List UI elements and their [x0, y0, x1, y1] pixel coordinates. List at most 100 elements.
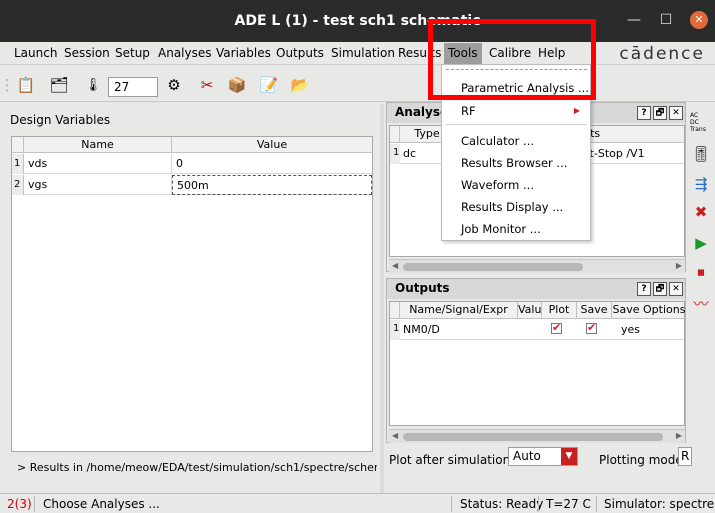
close-icon[interactable]: ✕: [669, 282, 683, 296]
table-header: Name Value: [12, 137, 372, 153]
help-icon[interactable]: ?: [637, 282, 651, 296]
row-number: 1: [390, 320, 400, 340]
scroll-right-icon[interactable]: ▶: [676, 261, 682, 270]
status-text: Status: Ready: [460, 497, 544, 511]
outputs-panel: Outputs ? 🗗 ✕ Name/Signal/Expr Valu Plot…: [386, 278, 686, 443]
analyses-hscrollbar[interactable]: ◀ ▶: [389, 259, 685, 273]
cadence-logo: cādence: [619, 44, 705, 64]
edit-icon[interactable]: 📝: [258, 75, 280, 95]
scroll-thumb[interactable]: [403, 263, 583, 271]
divider: [451, 496, 452, 512]
tuning-icon[interactable]: 🎚: [690, 145, 712, 163]
header-rownum: [12, 137, 24, 153]
table-header: Name/Signal/Expr Valu Plot Save Save Opt…: [390, 302, 686, 319]
menu-analyses[interactable]: Analyses: [158, 46, 212, 60]
window-title: ADE L (1) - test sch1 schematic: [234, 13, 481, 29]
plotting-mode-select[interactable]: R: [678, 447, 692, 466]
divider: [446, 124, 587, 125]
outputs-hscrollbar[interactable]: ◀ ▶: [389, 429, 685, 443]
plotting-mode-label: Plotting mode:: [599, 453, 687, 467]
plot-checkbox[interactable]: [548, 320, 572, 340]
header-save-options: Save Options: [612, 303, 686, 316]
table-row[interactable]: 2 vgs 500m: [12, 175, 372, 195]
menu-setup[interactable]: Setup: [115, 46, 150, 60]
variable-name[interactable]: vds: [24, 154, 172, 174]
outputs-title: Outputs: [395, 281, 450, 295]
close-icon[interactable]: ✕: [690, 11, 708, 29]
menu-item-rf[interactable]: RF: [461, 104, 476, 118]
save-options-value[interactable]: yes: [618, 320, 678, 340]
plot-after-value: Auto: [513, 449, 541, 463]
menu-item-job-monitor[interactable]: Job Monitor ...: [461, 222, 541, 236]
run-icon[interactable]: ▶: [690, 234, 712, 252]
open-folder-icon[interactable]: 📂: [289, 75, 311, 95]
chevron-down-icon[interactable]: ▼: [561, 448, 577, 465]
dc-label: DC: [690, 119, 699, 126]
setup-icon[interactable]: 📋: [15, 75, 37, 95]
temperature-input[interactable]: 27: [108, 77, 158, 97]
netlist-tree-icon[interactable]: ⇶: [690, 175, 712, 193]
save-checkbox[interactable]: [583, 320, 607, 340]
row-number: 1: [12, 154, 24, 174]
ac-label: AC: [690, 112, 699, 119]
simulator-status: Simulator: spectre: [604, 497, 715, 511]
header-rownum: [390, 126, 400, 143]
help-icon[interactable]: ?: [637, 106, 651, 120]
plot-outputs-icon[interactable]: 〰: [690, 293, 712, 314]
settings-icon[interactable]: ⚙: [163, 75, 185, 95]
menu-simulation[interactable]: Simulation: [331, 46, 395, 60]
menu-item-results-display[interactable]: Results Display ...: [461, 200, 563, 214]
scroll-thumb[interactable]: [403, 433, 663, 441]
maximize-icon[interactable]: ☐: [656, 10, 676, 30]
divider: [34, 496, 35, 512]
delete-icon[interactable]: ✖: [690, 203, 712, 221]
probe-icon[interactable]: ✂: [196, 75, 218, 95]
close-icon[interactable]: ✕: [669, 106, 683, 120]
menu-item-waveform[interactable]: Waveform ...: [461, 178, 534, 192]
variable-value[interactable]: 500m: [172, 175, 372, 195]
plot-after-label: Plot after simulation:: [389, 453, 515, 467]
thermometer-icon: 🌡: [84, 77, 102, 93]
header-rownum: [390, 302, 400, 319]
toolbar: ⋮ 📋 🗂 🌡 27 ⚙ ✂ 📦 📝 📂: [0, 66, 715, 102]
history-count: 2(3): [7, 497, 32, 511]
plot-after-select[interactable]: Auto ▼: [508, 447, 578, 466]
scroll-left-icon[interactable]: ◀: [392, 431, 398, 440]
row-number: 1: [390, 144, 400, 164]
toolbar-grip-icon: ⋮: [0, 76, 15, 94]
variable-value[interactable]: 0: [172, 154, 372, 174]
minimize-icon[interactable]: —: [624, 10, 644, 30]
output-name[interactable]: NM0/D: [400, 320, 518, 340]
menu-outputs[interactable]: Outputs: [276, 46, 324, 60]
highlight-box: [428, 19, 596, 100]
stop-icon[interactable]: ⏹: [690, 263, 712, 281]
design-variables-panel: Design Variables Name Value 1 vds 0 2 vg…: [5, 104, 377, 464]
variable-name[interactable]: vgs: [24, 175, 172, 195]
divider: [538, 496, 539, 512]
panel-splitter[interactable]: [380, 104, 384, 494]
design-variables-title: Design Variables: [10, 113, 111, 127]
divider: [596, 496, 597, 512]
analysis-mode-icon[interactable]: AC DC Trans: [690, 112, 712, 138]
header-name: Name/Signal/Expr: [400, 302, 518, 319]
menu-variables[interactable]: Variables: [216, 46, 271, 60]
table-row[interactable]: 1 NM0/D yes: [390, 320, 684, 340]
menu-session[interactable]: Session: [64, 46, 110, 60]
menu-item-calculator[interactable]: Calculator ...: [461, 134, 534, 148]
scroll-right-icon[interactable]: ▶: [676, 431, 682, 440]
table-row[interactable]: 1 vds 0: [12, 154, 372, 174]
load-state-icon[interactable]: 🗂: [48, 75, 70, 95]
prompt-text: Choose Analyses ...: [43, 497, 160, 511]
netlist-icon[interactable]: 📦: [226, 75, 248, 95]
temperature-status: T=27 C: [546, 497, 591, 511]
float-icon[interactable]: 🗗: [653, 282, 667, 296]
menu-launch[interactable]: Launch: [14, 46, 57, 60]
status-bar: 2(3) Choose Analyses ... Status: Ready T…: [0, 493, 715, 513]
menu-item-results-browser[interactable]: Results Browser ...: [461, 156, 567, 170]
results-path: > Results in /home/meow/EDA/test/simulat…: [17, 461, 377, 474]
title-bar: ADE L (1) - test sch1 schematic — ☐ ✕: [0, 0, 715, 42]
design-variables-table: Name Value 1 vds 0 2 vgs 500m: [11, 136, 373, 452]
outputs-table: Name/Signal/Expr Valu Plot Save Save Opt…: [389, 301, 685, 426]
scroll-left-icon[interactable]: ◀: [392, 261, 398, 270]
float-icon[interactable]: 🗗: [653, 106, 667, 120]
